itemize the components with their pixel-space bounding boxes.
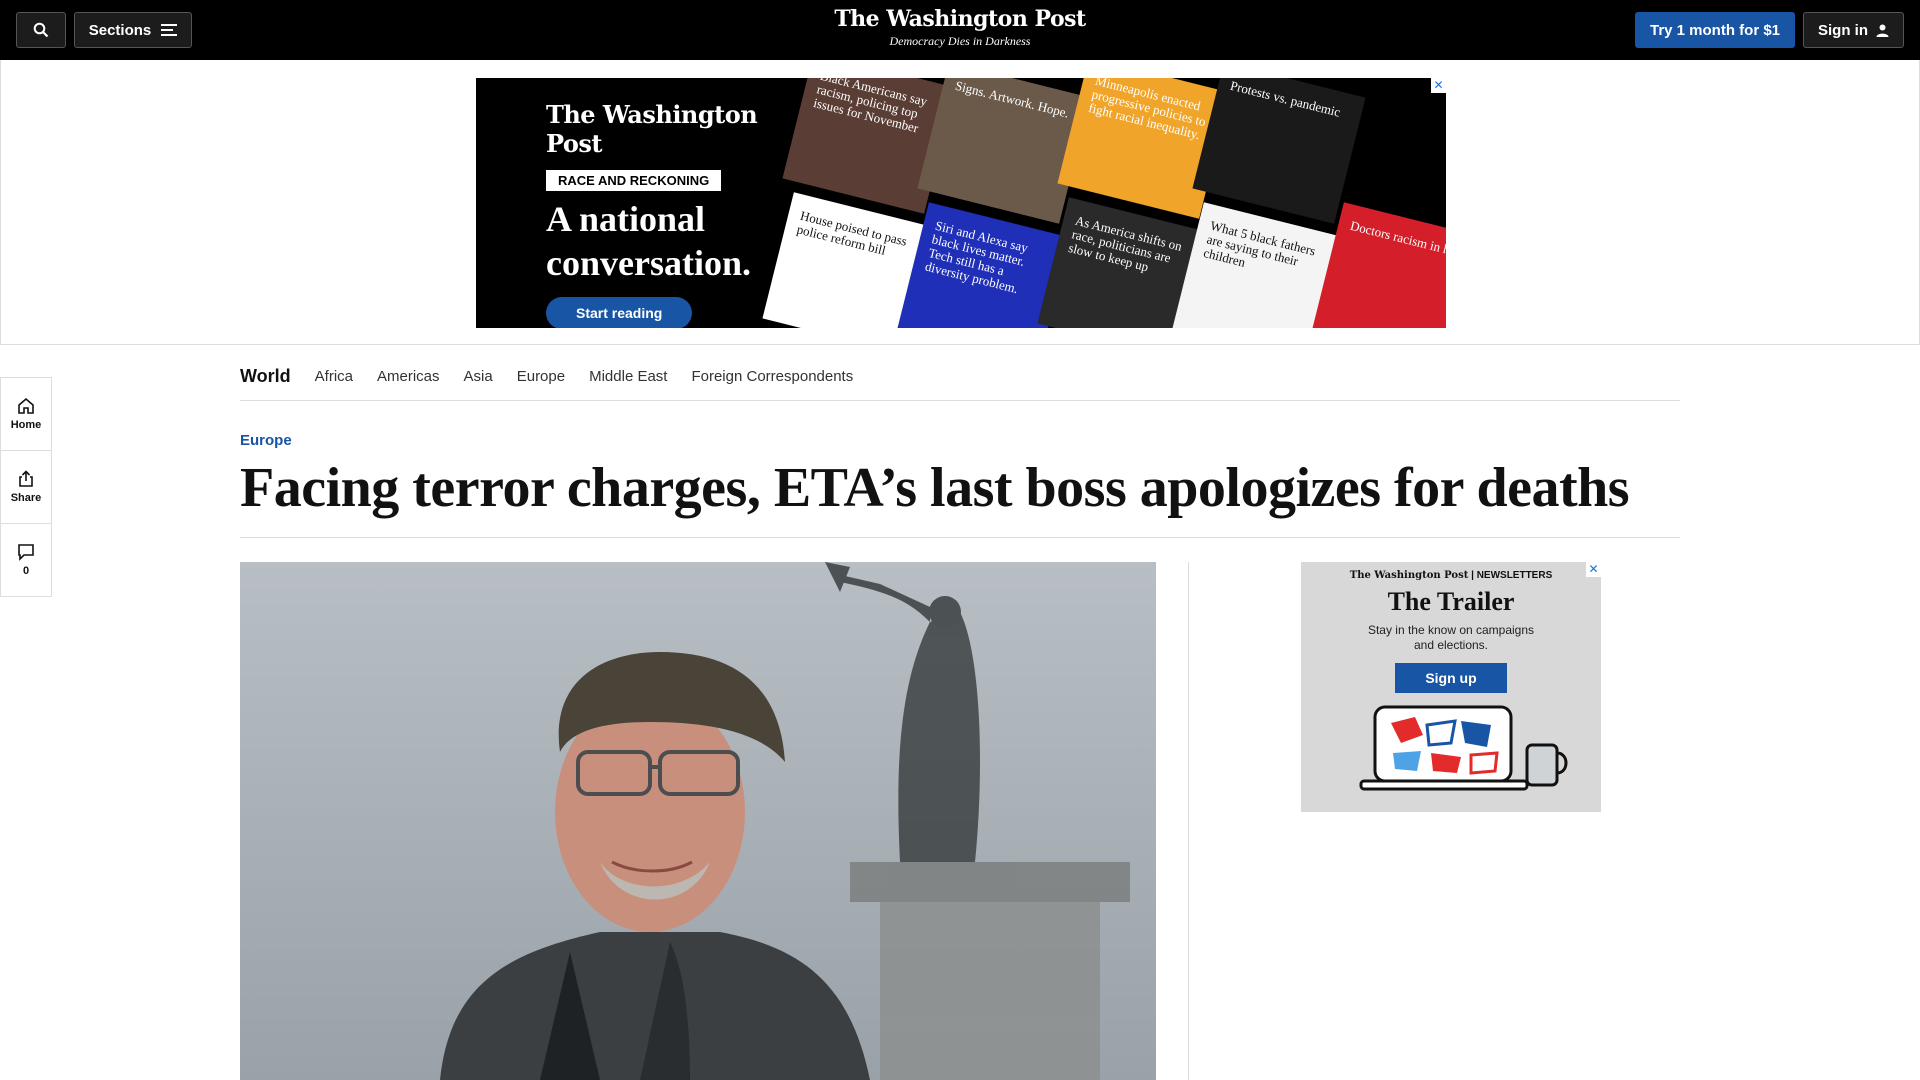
newsletter-brand-logo: The Washington Post	[1349, 570, 1469, 581]
article-kicker[interactable]: Europe	[240, 432, 292, 449]
sections-menu-button[interactable]: Sections	[74, 12, 192, 48]
top-navigation-bar: Sections The Washington Post Democracy D…	[0, 0, 1920, 60]
user-icon	[1876, 24, 1889, 37]
sign-in-label: Sign in	[1818, 21, 1868, 39]
newsletter-brand-suffix: NEWSLETTERS	[1476, 570, 1553, 581]
home-icon	[18, 397, 34, 414]
laptop-illustration	[1359, 705, 1568, 791]
masthead[interactable]: The Washington Post Democracy Dies in Da…	[760, 6, 1160, 49]
ad-close-icon[interactable]: ✕	[1431, 78, 1446, 93]
ad-story-tiles: Black Americans say racism, policing top…	[762, 78, 1446, 328]
newsletter-brand: The Washington Post | NEWSLETTERS	[1301, 570, 1601, 581]
column-divider	[1188, 562, 1189, 1080]
lead-photo-illustration	[440, 562, 1130, 1080]
section-title-world[interactable]: World	[240, 366, 291, 387]
newsletter-signup-button[interactable]: Sign up	[1395, 663, 1507, 693]
hamburger-icon	[161, 24, 178, 36]
newsletter-description: Stay in the know on campaigns and electi…	[1367, 623, 1535, 652]
share-icon	[19, 470, 33, 487]
ad-logo: The Washington Post	[546, 100, 758, 158]
home-label: Home	[10, 419, 42, 431]
subnav-link-asia[interactable]: Asia	[464, 368, 493, 385]
subnav-link-africa[interactable]: Africa	[315, 368, 353, 385]
ad-close-icon[interactable]: ✕	[1586, 562, 1601, 577]
ad-text-block: The Washington Post RACE AND RECKONING A…	[546, 100, 776, 328]
site-tagline: Democracy Dies in Darkness	[889, 34, 1031, 48]
trailer-newsletter-ad[interactable]: ✕ The Washington Post | NEWSLETTERS The …	[1301, 562, 1601, 812]
sign-in-button[interactable]: Sign in	[1803, 12, 1904, 48]
ad-headline: A national conversation.	[546, 199, 751, 283]
subnav-link-americas[interactable]: Americas	[377, 368, 440, 385]
home-button[interactable]: Home	[1, 378, 51, 451]
search-icon	[33, 22, 49, 38]
lead-photo[interactable]	[240, 562, 1156, 1080]
article-headline: Facing terror charges, ETA’s last boss a…	[240, 457, 1630, 519]
comments-button[interactable]: 0	[1, 524, 51, 596]
race-and-reckoning-ad[interactable]: ✕ The Washington Post RACE AND RECKONING…	[476, 78, 1446, 328]
headline-divider	[240, 537, 1680, 538]
ad-story-tile: Protests vs. pandemic	[1192, 78, 1366, 224]
subnav-link-europe[interactable]: Europe	[517, 368, 565, 385]
share-label: Share	[10, 492, 42, 504]
ad-zone: ✕ The Washington Post RACE AND RECKONING…	[0, 60, 1920, 345]
ad-category-pill: RACE AND RECKONING	[546, 170, 722, 191]
share-button[interactable]: Share	[1, 451, 51, 524]
article-tools-rail: Home Share 0	[0, 377, 52, 597]
newsletter-title: The Trailer	[1387, 587, 1515, 616]
search-button[interactable]	[16, 12, 66, 48]
comment-icon	[18, 544, 34, 561]
subscribe-button[interactable]: Try 1 month for $1	[1635, 12, 1795, 48]
site-logo[interactable]: The Washington Post	[760, 6, 1160, 32]
comments-count: 0	[22, 565, 30, 577]
subnav-link-middle-east[interactable]: Middle East	[589, 368, 667, 385]
sections-label: Sections	[88, 21, 152, 39]
section-navigation: World Africa Americas Asia Europe Middle…	[240, 352, 1680, 401]
ad-start-reading-button[interactable]: Start reading	[546, 297, 693, 328]
subnav-link-foreign-correspondents[interactable]: Foreign Correspondents	[691, 368, 853, 385]
